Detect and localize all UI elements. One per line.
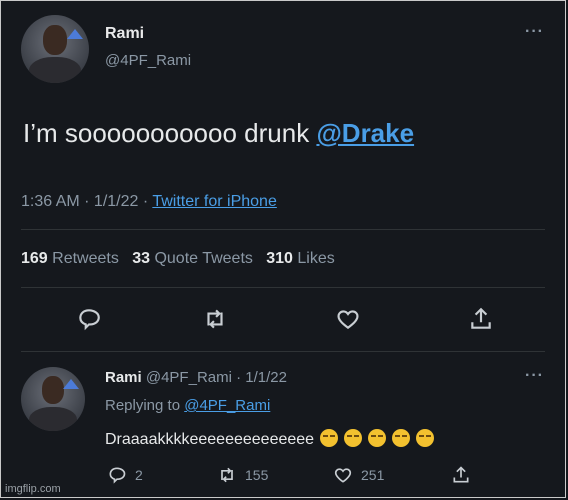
reply-reply-count: 2 (135, 467, 143, 483)
emoji-icon (368, 429, 387, 447)
reply-more-icon[interactable]: ··· (525, 367, 544, 385)
reply-button[interactable] (75, 305, 103, 333)
reply-icon (109, 467, 126, 484)
author-handle[interactable]: @4PF_Rami (105, 52, 191, 69)
like-icon (337, 310, 359, 329)
tweet-body: I’m sooooooooooo drunk (23, 118, 317, 148)
reply-header: Rami @4PF_Rami · 1/1/22 (105, 369, 287, 386)
retweets-label: Retweets (52, 250, 119, 267)
timestamp[interactable]: 1:36 AM · 1/1/22 · (21, 193, 152, 210)
reply-avatar[interactable] (21, 367, 85, 431)
replying-to: Replying to @4PF_Rami (105, 397, 270, 414)
share-button[interactable] (467, 305, 495, 333)
reply-share-button[interactable] (451, 465, 479, 485)
like-button[interactable] (334, 305, 362, 333)
quotes-label: Quote Tweets (154, 250, 253, 267)
likes-stat[interactable]: 310 Likes (266, 250, 335, 267)
likes-count: 310 (266, 250, 293, 267)
divider (21, 351, 545, 352)
mention-link[interactable]: @Drake (316, 118, 414, 148)
replying-to-link[interactable]: @4PF_Rami (184, 397, 270, 414)
reply-body: Draaaakkkkeeeeeeeeeeeeee (105, 431, 315, 448)
reply-icon (79, 309, 100, 331)
tweet-screenshot: Rami @4PF_Rami ··· I’m sooooooooooo drun… (0, 0, 566, 498)
replying-to-label: Replying to (105, 397, 185, 414)
engagement-stats: 169 Retweets 33 Quote Tweets 310 Likes (21, 250, 335, 268)
emoji-icon (392, 429, 411, 447)
divider (21, 229, 545, 230)
reply-handle-date[interactable]: @4PF_Rami · 1/1/22 (146, 369, 287, 386)
more-icon[interactable]: ··· (525, 23, 544, 41)
tweet-meta: 1:36 AM · 1/1/22 · Twitter for iPhone (21, 193, 277, 211)
watermark: imgflip.com (5, 483, 61, 495)
tweet-text: I’m sooooooooooo drunk @Drake (23, 118, 414, 149)
retweet-button[interactable] (201, 305, 229, 333)
quotes-count: 33 (132, 250, 150, 267)
reply-author-name[interactable]: Rami (105, 369, 142, 386)
reply-retweet-button[interactable]: 155 (217, 465, 268, 485)
divider (21, 287, 545, 288)
likes-label: Likes (297, 250, 335, 267)
quotes-stat[interactable]: 33 Quote Tweets (132, 250, 253, 267)
retweets-count: 169 (21, 250, 48, 267)
author-name[interactable]: Rami (105, 25, 144, 43)
emoji-icon (344, 429, 363, 447)
emoji-icon (320, 429, 339, 447)
share-icon (453, 466, 469, 483)
retweets-stat[interactable]: 169 Retweets (21, 250, 119, 267)
retweet-icon (221, 467, 233, 483)
retweet-icon (207, 309, 223, 329)
reply-reply-button[interactable]: 2 (107, 465, 143, 485)
reply-like-button[interactable]: 251 (333, 465, 384, 485)
share-icon (471, 307, 491, 329)
source-link[interactable]: Twitter for iPhone (152, 193, 277, 210)
like-icon (334, 468, 352, 483)
reply-like-count: 251 (361, 467, 385, 483)
reply-text: Draaaakkkkeeeeeeeeeeeeee (105, 429, 435, 449)
emoji-icon (416, 429, 435, 447)
avatar[interactable] (21, 15, 89, 83)
reply-retweet-count: 155 (245, 467, 269, 483)
